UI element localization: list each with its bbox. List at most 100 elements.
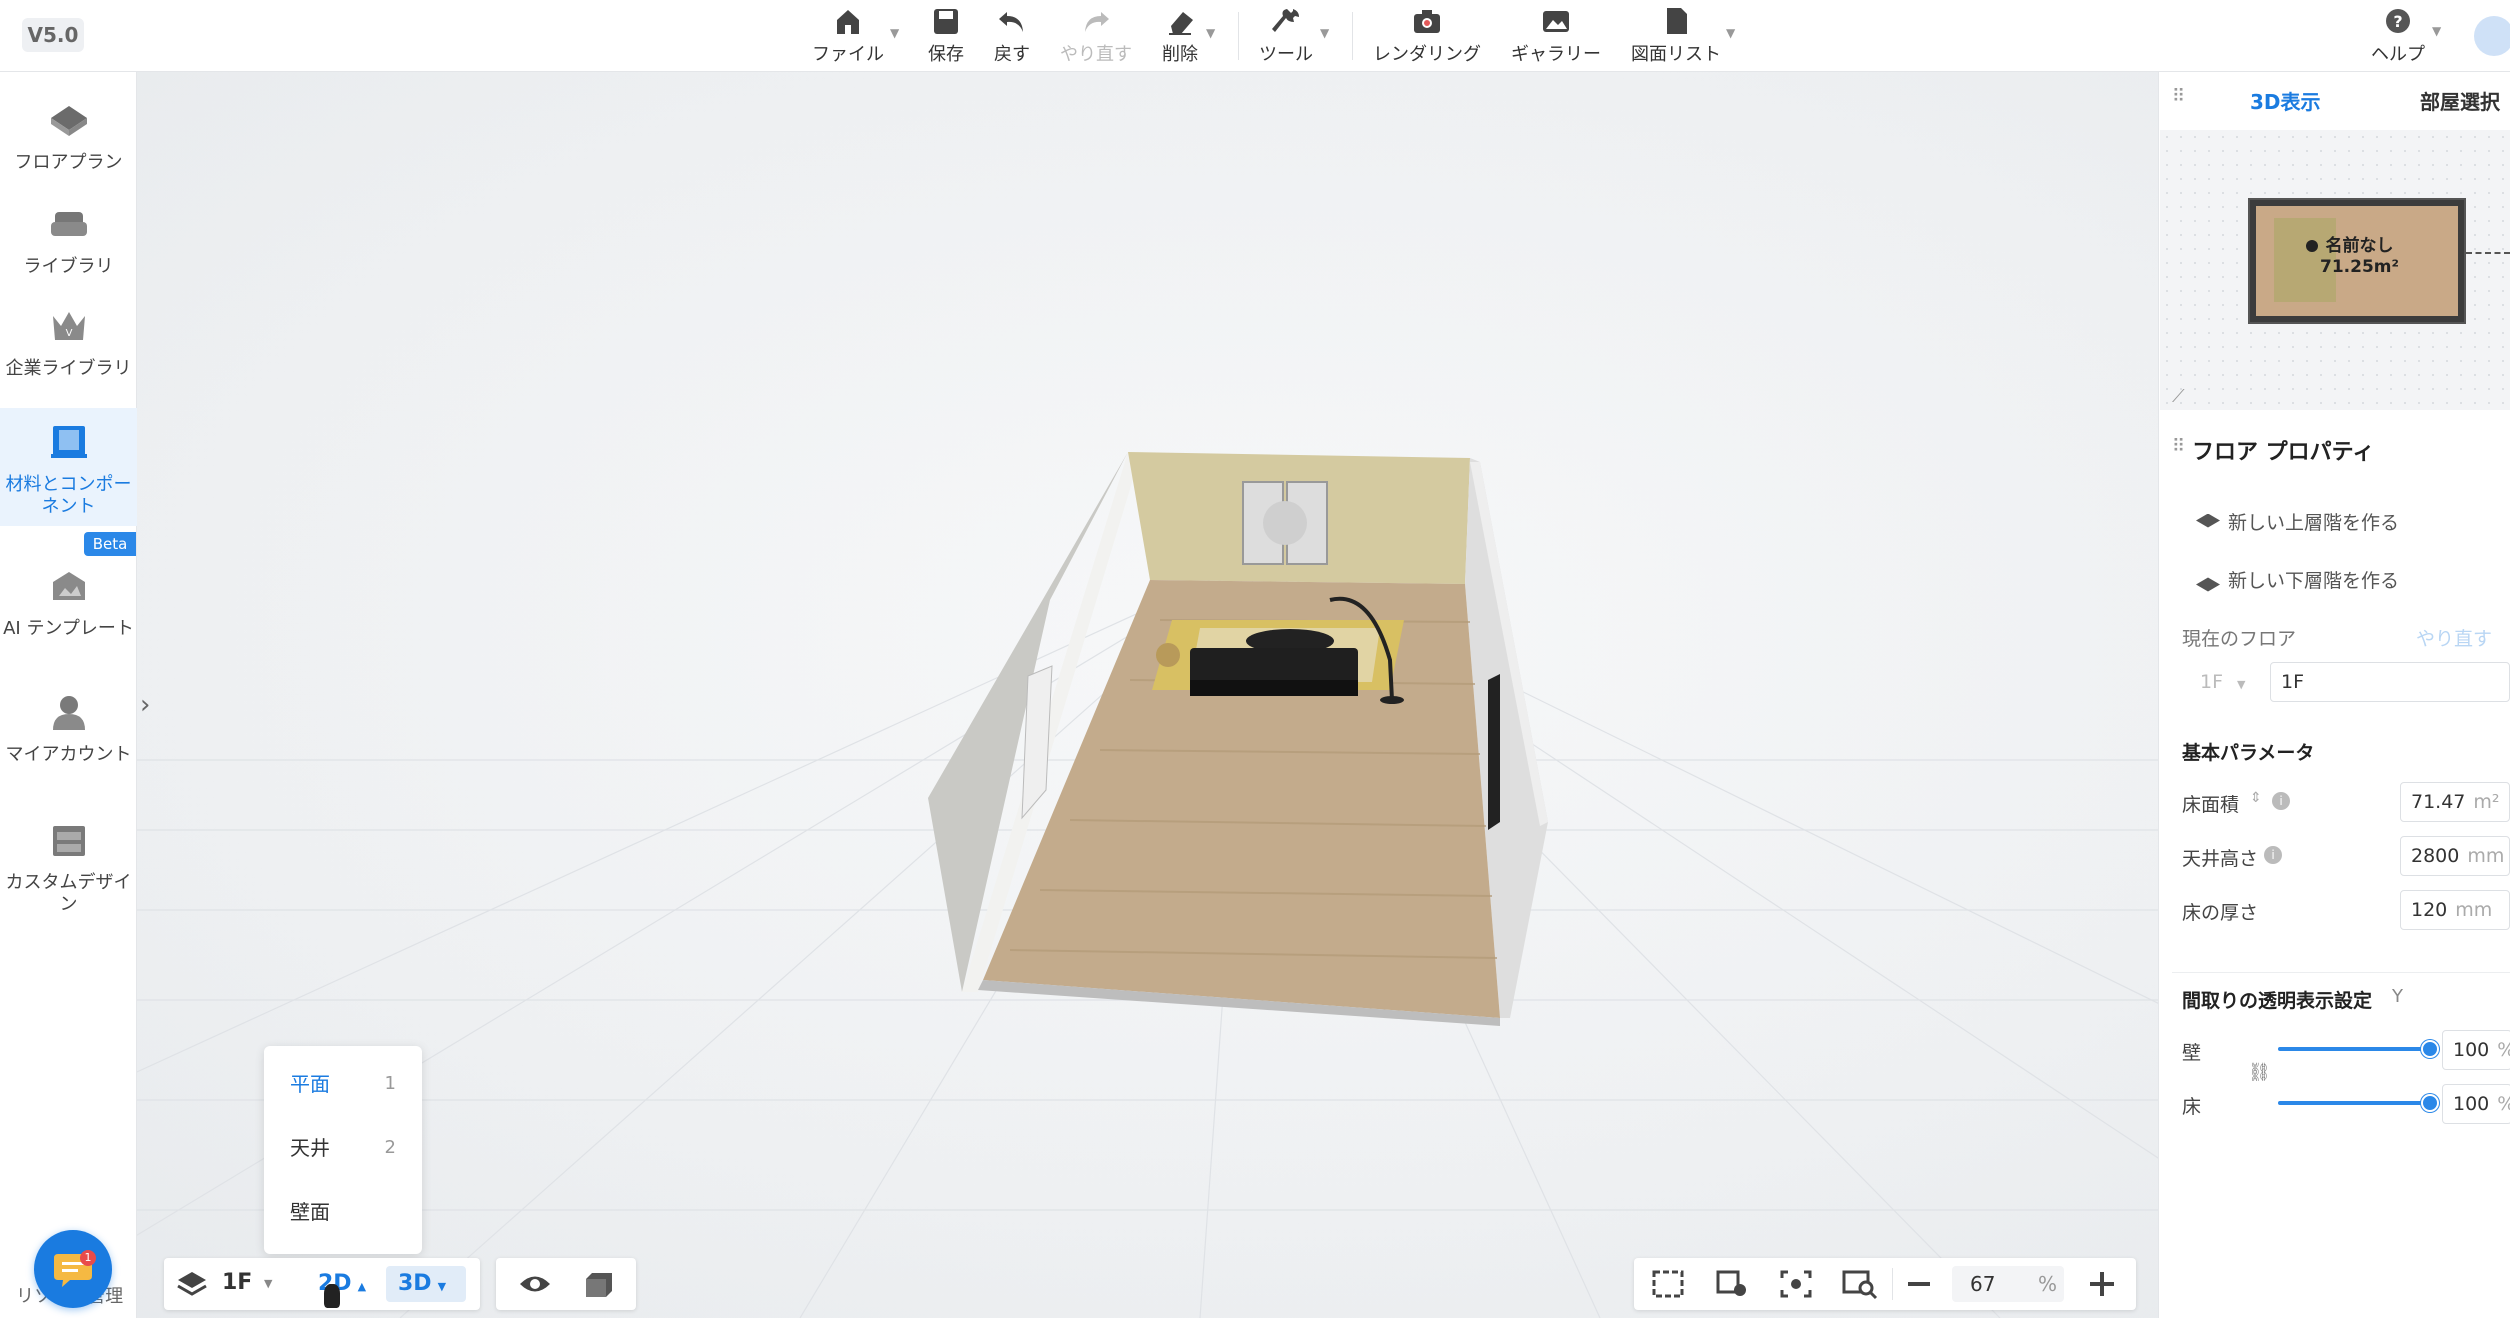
minimap-dimension-line [2466,252,2510,254]
ai-template-icon [52,572,85,600]
left-sidebar: フロアプラン ライブラリ V 企業ライブラリ 材料とコンポーネント Beta A… [0,72,137,1318]
drag-handle-icon[interactable]: ⠿ [2172,436,2185,457]
beta-badge: Beta [84,532,136,556]
section-divider [2172,972,2510,973]
new-lower-floor-button[interactable]: 新しい下層階を作る [2196,566,2399,593]
display-options-bar [496,1258,636,1310]
sidebar-item-library[interactable]: ライブラリ [0,196,137,288]
account-icon [52,696,85,730]
eraser-icon [1169,12,1193,35]
menu-item-ceiling[interactable]: 天井 2 [264,1116,422,1180]
tab-3d-view[interactable]: 3D表示 [2250,86,2321,115]
wall-slider-handle[interactable] [2421,1040,2439,1058]
save-button[interactable]: 保存 [918,6,974,66]
toolbar-divider [1238,12,1239,60]
sort-icon[interactable]: ⇕ [2250,790,2262,806]
file-caret-icon[interactable]: ▼ [890,26,899,40]
resize-handle-icon[interactable]: ⟋ [2172,386,2185,407]
sidebar-item-floorplan[interactable]: フロアプラン [0,92,137,184]
delete-caret-icon[interactable]: ▼ [1206,26,1215,40]
layers-add-icon [2196,513,2220,528]
home-icon [837,10,859,34]
zoom-out-icon[interactable] [1908,1282,1930,1286]
floor-selector[interactable]: 1F ▼ [176,1268,304,1300]
tab-room-select[interactable]: 部屋選択 [2420,86,2500,115]
floor-slider-handle[interactable] [2421,1094,2439,1112]
floor-slider-track[interactable] [2278,1101,2430,1105]
basic-params-title: 基本パラメータ [2182,742,2315,764]
sidebar-item-materials[interactable]: 材料とコンポーネント [0,408,137,526]
floor-name-input[interactable]: 1F [2270,662,2510,702]
floor-transparency-input[interactable]: 100% [2442,1084,2510,1124]
tools-caret-icon[interactable]: ▼ [1320,26,1329,40]
svg-text:V: V [65,328,72,339]
redo-link[interactable]: やり直す [2416,624,2492,651]
toolbar-divider [1352,12,1353,60]
file-button[interactable]: ファイル [808,6,888,66]
svg-text:?: ? [2393,12,2402,31]
room-3d-view[interactable] [900,430,1600,1040]
cube-icon[interactable] [582,1269,616,1299]
drawing-list-button[interactable]: 図面リスト [1628,6,1724,66]
view-mode-menu: 平面 1 天井 2 壁面 [264,1046,422,1254]
floor-area-label: 床面積 [2182,794,2240,816]
floor-properties-title: フロア プロパティ [2192,440,2375,465]
ceiling-height-input[interactable]: 2800 mm [2400,836,2510,876]
sidebar-item-custom-design[interactable]: カスタムデザイン [0,812,137,930]
zoom-search-icon[interactable] [1842,1268,1878,1300]
floor-caret-icon: ▼ [264,1277,273,1290]
wall-slider-track[interactable] [2278,1047,2430,1051]
view-mode-bar: 1F ▼ 2D▲ 3D▼ [164,1258,480,1310]
avatar[interactable] [2474,16,2510,56]
sofa-icon [50,212,87,236]
floor-thickness-label: 床の厚さ [2182,902,2259,924]
minimap-room[interactable]: 名前なし 71.25m² [2248,198,2466,324]
undo-button[interactable]: 戻す [984,6,1040,66]
floor-area-input[interactable]: 71.47 m² [2400,782,2510,822]
minimap-room-name: 名前なし [2325,236,2394,256]
sidebar-item-ai-template[interactable]: AI テンプレート [0,558,137,676]
view-settings-icon[interactable] [1714,1268,1750,1300]
fit-view-icon[interactable] [1650,1268,1686,1300]
help-caret-icon[interactable]: ▼ [2432,24,2441,38]
info-icon[interactable]: i [2272,792,2290,810]
menu-item-plan[interactable]: 平面 1 [264,1052,422,1116]
link-icon[interactable]: ⛓ [2248,1062,2271,1083]
eye-icon[interactable] [518,1269,552,1299]
floorplan-icon [50,106,87,136]
wrench-icon [1272,9,1299,32]
floor-thickness-input[interactable]: 120 mm [2400,890,2510,930]
tools-button[interactable]: ツール [1256,6,1316,66]
menu-item-wall[interactable]: 壁面 [264,1180,422,1244]
rendering-button[interactable]: レンダリング [1372,6,1482,66]
cabinet-icon [52,826,85,856]
drawing-list-caret-icon[interactable]: ▼ [1726,26,1735,40]
zoom-in-icon[interactable] [2090,1272,2114,1296]
minimap[interactable]: 名前なし 71.25m² ⟋ [2160,130,2510,410]
delete-button[interactable]: 削除 [1156,6,1204,66]
current-floor-label: 現在のフロア [2182,628,2297,650]
mode-3d-button[interactable]: 3D ▼ [386,1266,466,1302]
sidebar-item-my-account[interactable]: マイアカウント [0,684,137,802]
chat-button[interactable] [34,1230,112,1308]
layers-icon [177,1272,207,1296]
gallery-button[interactable]: ギャラリー [1508,6,1604,66]
zoom-input[interactable]: 67 % [1952,1266,2064,1302]
collapse-icon[interactable]: Y [2392,986,2403,1007]
sidebar-item-enterprise-library[interactable]: V 企業ライブラリ [0,298,137,418]
gallery-icon [1543,11,1569,32]
sidebar-expand-icon[interactable]: › [140,690,150,720]
redo-button[interactable]: やり直す [1056,6,1136,66]
new-upper-floor-button[interactable]: 新しい上層階を作る [2196,508,2399,535]
drag-handle-icon[interactable]: ⠿ [2172,86,2185,107]
floor-select[interactable]: 1F ▼ [2182,662,2264,702]
help-button[interactable]: ? ヘルプ [2370,6,2426,66]
zoom-bar: 67 % [1634,1258,2136,1310]
transparency-title: 間取りの透明表示設定 [2182,990,2373,1012]
focus-icon[interactable] [1778,1268,1814,1300]
wall-transparency-input[interactable]: 100% [2442,1030,2510,1070]
top-toolbar: V5.0 ファイル ▼ 保存 戻す やり直す 削除 ▼ ツール ▼ レンダリング… [0,0,2510,72]
mouse-cursor [324,1284,340,1308]
info-icon[interactable]: i [2264,846,2282,864]
floor-label: 床 [2182,1096,2202,1118]
